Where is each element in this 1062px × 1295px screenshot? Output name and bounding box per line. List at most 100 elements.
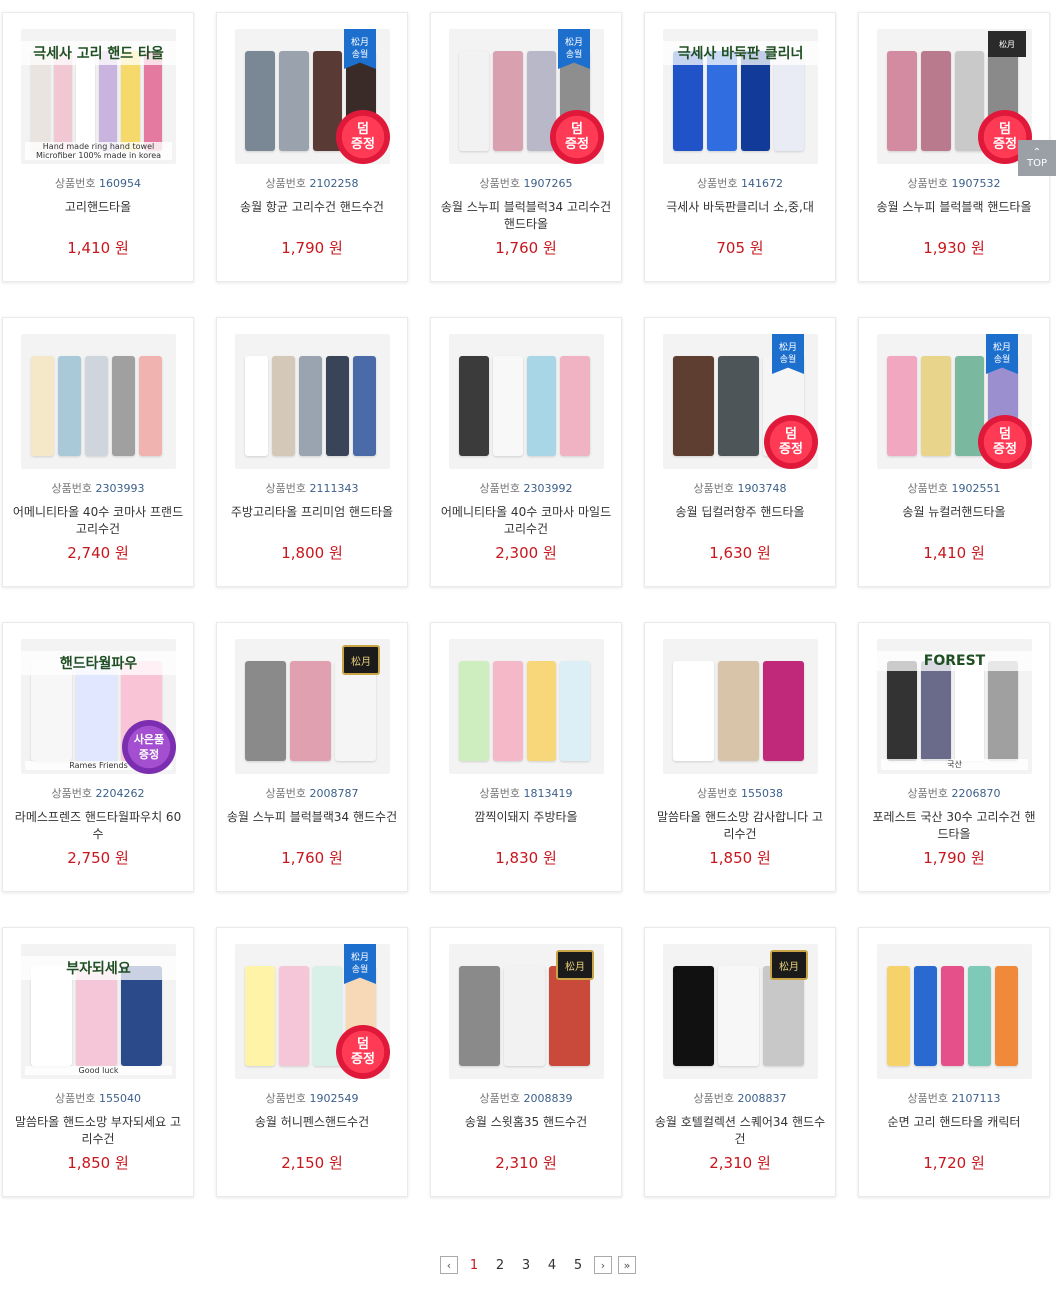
product-image[interactable]: [21, 334, 176, 469]
product-image[interactable]: 松月 송월 덤 증정: [877, 334, 1032, 469]
product-name[interactable]: 어메니티타올 40수 코마사 프랜드 고리수건: [11, 504, 185, 538]
product-name[interactable]: 말씀타올 핸드소망 감사합니다 고리수건: [653, 809, 827, 843]
product-card[interactable]: FOREST 국산 상품번호 2206870 포레스트 국산 30수 고리수건 핸드타…: [858, 622, 1050, 892]
product-card[interactable]: 상품번호 2107113 순면 고리 핸드타올 캐릭터 1,720 원: [858, 927, 1050, 1197]
next-page-button[interactable]: ›: [594, 1256, 612, 1274]
product-name[interactable]: 포레스트 국산 30수 고리수건 핸드타올: [867, 809, 1041, 843]
product-price: 2,150 원: [281, 1154, 343, 1172]
page-2[interactable]: 2: [490, 1258, 510, 1273]
product-image[interactable]: [449, 334, 604, 469]
chevron-up-icon: ⌃: [1032, 147, 1042, 158]
product-code: 상품번호 1902551: [859, 480, 1049, 496]
product-name[interactable]: 송월 스윗홈35 핸드수건: [439, 1114, 613, 1131]
brand-badge-icon: 松月: [342, 645, 380, 675]
product-code-number: 2111343: [309, 482, 359, 495]
product-image[interactable]: [449, 639, 604, 774]
product-image[interactable]: 극세사 고리 핸드 타올 Hand made ring hand towel Mi…: [21, 29, 176, 164]
prev-page-button[interactable]: ‹: [440, 1256, 458, 1274]
product-code-label: 상품번호: [265, 177, 310, 190]
product-image[interactable]: [663, 639, 818, 774]
product-image[interactable]: 松月 송월 덤 증정: [235, 944, 390, 1079]
scroll-top-button[interactable]: ⌃ TOP: [1018, 140, 1056, 176]
product-name[interactable]: 주방고리타올 프리미엄 핸드타올: [225, 504, 399, 521]
product-name[interactable]: 송월 뉴컬러핸드타올: [867, 504, 1041, 521]
product-image[interactable]: 극세사 바둑판 클리너: [663, 29, 818, 164]
product-code-number: 1903748: [737, 482, 787, 495]
product-price: 2,750 원: [67, 849, 129, 867]
product-image[interactable]: 松月 덤 증정: [877, 29, 1032, 164]
product-card[interactable]: 상품번호 1813419 깜찍이돼지 주방타올 1,830 원: [430, 622, 622, 892]
brand-badge-icon: 松月: [770, 950, 808, 980]
product-card[interactable]: 극세사 바둑판 클리너 상품번호 141672 극세사 바둑판클리너 소,중,대 70…: [644, 12, 836, 282]
product-name[interactable]: 송월 딥컬러항주 핸드타올: [653, 504, 827, 521]
product-image[interactable]: 松月 송월 덤 증정: [663, 334, 818, 469]
product-image[interactable]: 松月: [235, 639, 390, 774]
product-name[interactable]: 송월 허니펜스핸드수건: [225, 1114, 399, 1131]
product-code: 상품번호 2204262: [3, 785, 193, 801]
product-name[interactable]: 고리핸드타올: [11, 199, 185, 216]
product-code-number: 160954: [98, 177, 141, 190]
product-name[interactable]: 송월 스누피 블럭블럭34 고리수건 핸드타올: [439, 199, 613, 233]
product-name[interactable]: 깜찍이돼지 주방타올: [439, 809, 613, 826]
product-code: 상품번호 1907532: [859, 175, 1049, 191]
page-3[interactable]: 3: [516, 1258, 536, 1273]
product-card[interactable]: 松月 송월 덤 증정 상품번호 1907265 송월 스누피 블럭블럭34 고리수건 핸드…: [430, 12, 622, 282]
product-code: 상품번호 2008787: [217, 785, 407, 801]
product-image[interactable]: FOREST 국산: [877, 639, 1032, 774]
product-code-number: 2204262: [95, 787, 145, 800]
product-price: 1,760 원: [495, 239, 557, 257]
product-card[interactable]: 松月 송월 덤 증정상품번호 1902551 송월 뉴컬러핸드타올 1,410 원: [858, 317, 1050, 587]
page-4[interactable]: 4: [542, 1258, 562, 1273]
image-caption: 부자되세요: [21, 956, 176, 980]
page-5[interactable]: 5: [568, 1258, 588, 1273]
product-card[interactable]: 松月 송월 덤 증정상품번호 1902549 송월 허니펜스핸드수건 2,150 원: [216, 927, 408, 1197]
last-page-button[interactable]: »: [618, 1256, 636, 1274]
product-code-number: 2107113: [951, 1092, 1001, 1105]
product-card[interactable]: 상품번호 155038 말씀타올 핸드소망 감사합니다 고리수건 1,850 원: [644, 622, 836, 892]
product-card[interactable]: 松月 상품번호 2008837 송월 호텔컬렉션 스퀘어34 핸드수건 2,310 원: [644, 927, 836, 1197]
product-price: 1,410 원: [67, 239, 129, 257]
product-name[interactable]: 말씀타올 핸드소망 부자되세요 고리수건: [11, 1114, 185, 1148]
product-card[interactable]: 상품번호 2303993 어메니티타올 40수 코마사 프랜드 고리수건 2,740…: [2, 317, 194, 587]
product-code-number: 1902549: [309, 1092, 359, 1105]
product-code: 상품번호 155040: [3, 1090, 193, 1106]
product-image[interactable]: 松月 송월 덤 증정: [235, 29, 390, 164]
product-name[interactable]: 어메니티타올 40수 코마사 마일드 고리수건: [439, 504, 613, 538]
image-caption: 극세사 고리 핸드 타올: [21, 41, 176, 65]
product-card[interactable]: 松月 상품번호 2008787 송월 스누피 블럭블랙34 핸드수건 1,760 원: [216, 622, 408, 892]
product-price: 1,850 원: [67, 1154, 129, 1172]
product-card[interactable]: 松月 송월 덤 증정 상품번호 2102258 송월 항균 고리수건 핸드수건 1,790 …: [216, 12, 408, 282]
image-caption: 극세사 바둑판 클리너: [663, 41, 818, 65]
page-1[interactable]: 1: [464, 1258, 484, 1273]
product-card[interactable]: 핸드타월파우 Rames Friends 사은품 증정상품번호 2204262 라메스프…: [2, 622, 194, 892]
product-image[interactable]: 핸드타월파우 Rames Friends 사은품 증정: [21, 639, 176, 774]
product-card[interactable]: 松月 상품번호 2008839 송월 스윗홈35 핸드수건 2,310 원: [430, 927, 622, 1197]
product-card[interactable]: 상품번호 2111343 주방고리타올 프리미엄 핸드타올 1,800 원: [216, 317, 408, 587]
product-image[interactable]: 부자되세요 Good luck: [21, 944, 176, 1079]
product-image[interactable]: 松月 송월 덤 증정: [449, 29, 604, 164]
product-card[interactable]: 부자되세요 Good luck 상품번호 155040 말씀타올 핸드소망 부자되세요…: [2, 927, 194, 1197]
product-image[interactable]: [235, 334, 390, 469]
product-name[interactable]: 송월 호텔컬렉션 스퀘어34 핸드수건: [653, 1114, 827, 1148]
product-code-label: 상품번호: [479, 1092, 524, 1105]
product-card[interactable]: 松月 송월 덤 증정 상품번호 1903748 송월 딥컬러항주 핸드타올 1,630 원: [644, 317, 836, 587]
product-name[interactable]: 극세사 바둑판클리너 소,중,대: [653, 199, 827, 216]
product-image[interactable]: [877, 944, 1032, 1079]
product-code-number: 2102258: [309, 177, 359, 190]
product-price: 1,410 원: [923, 544, 985, 562]
product-image[interactable]: 松月: [663, 944, 818, 1079]
product-code-label: 상품번호: [907, 482, 952, 495]
image-subcaption: Hand made ring hand towel Microfiber 100…: [25, 142, 172, 160]
product-name[interactable]: 송월 스누피 블럭블랙34 핸드수건: [225, 809, 399, 826]
product-name[interactable]: 라메스프렌즈 핸드타월파우치 60수: [11, 809, 185, 843]
product-name[interactable]: 송월 스누피 블럭블랙 핸드타올: [867, 199, 1041, 216]
product-card[interactable]: 극세사 고리 핸드 타올 Hand made ring hand towel Mi…: [2, 12, 194, 282]
image-caption: 핸드타월파우: [21, 651, 176, 675]
product-name[interactable]: 순면 고리 핸드타올 캐릭터: [867, 1114, 1041, 1131]
product-code-label: 상품번호: [265, 1092, 310, 1105]
product-card[interactable]: 상품번호 2303992 어메니티타올 40수 코마사 마일드 고리수건 2,300…: [430, 317, 622, 587]
product-code: 상품번호 2107113: [859, 1090, 1049, 1106]
product-name[interactable]: 송월 항균 고리수건 핸드수건: [225, 199, 399, 216]
product-image[interactable]: 松月: [449, 944, 604, 1079]
product-code: 상품번호 160954: [3, 175, 193, 191]
